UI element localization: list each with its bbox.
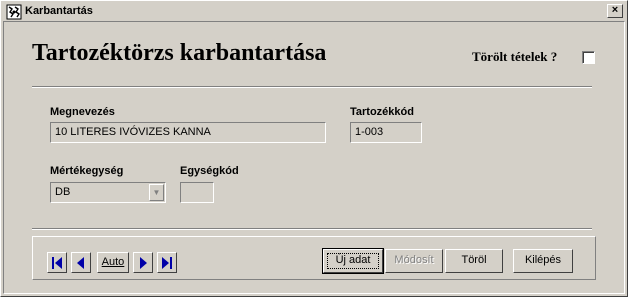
auto-button[interactable]: Auto: [97, 252, 129, 273]
last-record-button[interactable]: [157, 252, 177, 273]
auto-button-label: Auto: [101, 256, 125, 268]
unit-label: Mértékegység: [50, 165, 124, 177]
name-field[interactable]: 10 LITERES IVÓVIZES KANNA: [50, 122, 326, 143]
page-title: Tartozéktörzs karbantartása: [32, 40, 327, 66]
last-record-icon: [162, 256, 172, 269]
new-record-button[interactable]: Új adat: [322, 248, 384, 274]
deleted-items-checkbox[interactable]: [582, 51, 595, 64]
bottom-divider: [32, 228, 592, 230]
delete-label: Töröl: [461, 254, 487, 266]
next-record-button[interactable]: [133, 252, 153, 273]
unit-select[interactable]: DB ▼: [50, 182, 166, 203]
unit-code-field[interactable]: [180, 182, 214, 203]
delete-button[interactable]: Töröl: [445, 249, 503, 273]
modify-button[interactable]: Módosít: [385, 249, 443, 273]
close-button[interactable]: ×: [607, 4, 623, 18]
name-label: Megnevezés: [50, 106, 115, 118]
previous-record-button[interactable]: [71, 252, 91, 273]
code-field[interactable]: 1-003: [350, 122, 422, 143]
form-area: Tartozéktörzs karbantartása Törölt tétel…: [3, 21, 625, 294]
title-bar[interactable]: Karbantartás ×: [3, 3, 625, 21]
app-icon: [6, 4, 22, 20]
focus-rectangle: [327, 253, 379, 269]
close-icon: ×: [611, 4, 619, 16]
next-record-icon: [140, 256, 147, 269]
top-divider: [32, 86, 592, 88]
unit-select-value: DB: [55, 186, 71, 198]
first-record-icon: [52, 256, 62, 269]
unit-code-label: Egységkód: [180, 165, 239, 177]
karbantartas-window: Karbantartás × Tartozéktörzs karbantartá…: [0, 0, 628, 297]
navigation-toolbar: Auto Új adat Módosít Töröl Kilépés: [32, 236, 596, 280]
window-title: Karbantartás: [25, 5, 93, 17]
exit-label: Kilépés: [524, 254, 562, 266]
code-label: Tartozékkód: [350, 106, 414, 118]
exit-button[interactable]: Kilépés: [513, 249, 573, 273]
chevron-down-icon[interactable]: ▼: [149, 184, 164, 201]
previous-record-icon: [77, 256, 84, 269]
deleted-items-label: Törölt tételek ?: [472, 49, 558, 64]
modify-label: Módosít: [394, 254, 434, 266]
first-record-button[interactable]: [47, 252, 67, 273]
